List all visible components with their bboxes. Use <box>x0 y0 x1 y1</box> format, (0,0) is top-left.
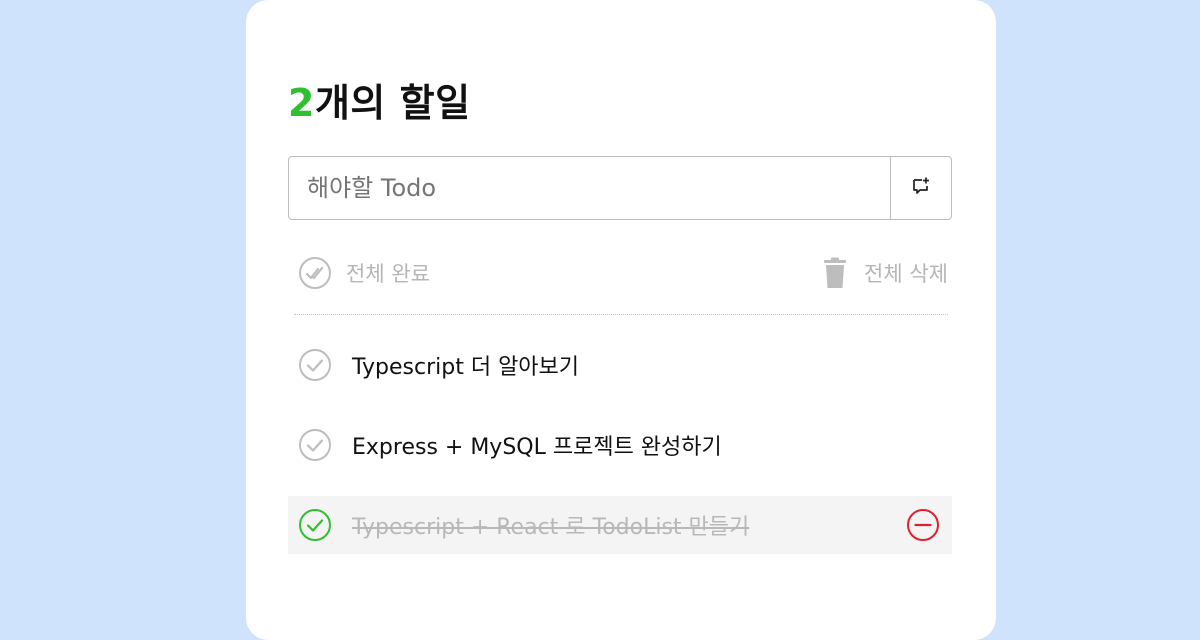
todo-text: Typescript + React 로 TodoList 만들기 <box>352 515 750 540</box>
todo-text: Express + MySQL 프로젝트 완성하기 <box>352 435 722 460</box>
todo-input[interactable] <box>288 156 891 220</box>
check-circle-icon[interactable] <box>298 508 332 542</box>
delete-all-button[interactable]: 전체 삭제 <box>822 252 948 294</box>
todo-text: Typescript 더 알아보기 <box>352 355 580 380</box>
todo-item-completed: Typescript + React 로 TodoList 만들기 <box>288 496 952 554</box>
check-circle-icon[interactable] <box>298 428 332 462</box>
add-comment-icon <box>911 176 931 200</box>
bulk-actions-toolbar: 전체 완료 전체 삭제 <box>298 252 948 294</box>
double-check-circle-icon <box>298 256 332 290</box>
add-todo-button[interactable] <box>890 156 952 220</box>
todo-input-row <box>288 156 952 220</box>
todo-card: 2개의 할일 전체 완료 <box>246 0 996 640</box>
todo-count: 2 <box>288 81 315 125</box>
todo-item: Express + MySQL 프로젝트 완성하기 <box>288 416 952 474</box>
check-circle-icon[interactable] <box>298 348 332 382</box>
divider <box>294 314 948 315</box>
page-title: 2개의 할일 <box>288 72 471 127</box>
trash-icon <box>822 257 848 289</box>
complete-all-button[interactable]: 전체 완료 <box>298 252 430 294</box>
minus-circle-icon <box>907 509 939 541</box>
todo-item: Typescript 더 알아보기 <box>288 336 952 394</box>
todo-list: Typescript 더 알아보기 Express + MySQL 프로젝트 완… <box>288 336 952 576</box>
title-text: 개의 할일 <box>314 81 471 125</box>
complete-all-label: 전체 완료 <box>346 262 430 286</box>
delete-all-label: 전체 삭제 <box>864 262 948 286</box>
remove-todo-button[interactable] <box>906 508 940 542</box>
